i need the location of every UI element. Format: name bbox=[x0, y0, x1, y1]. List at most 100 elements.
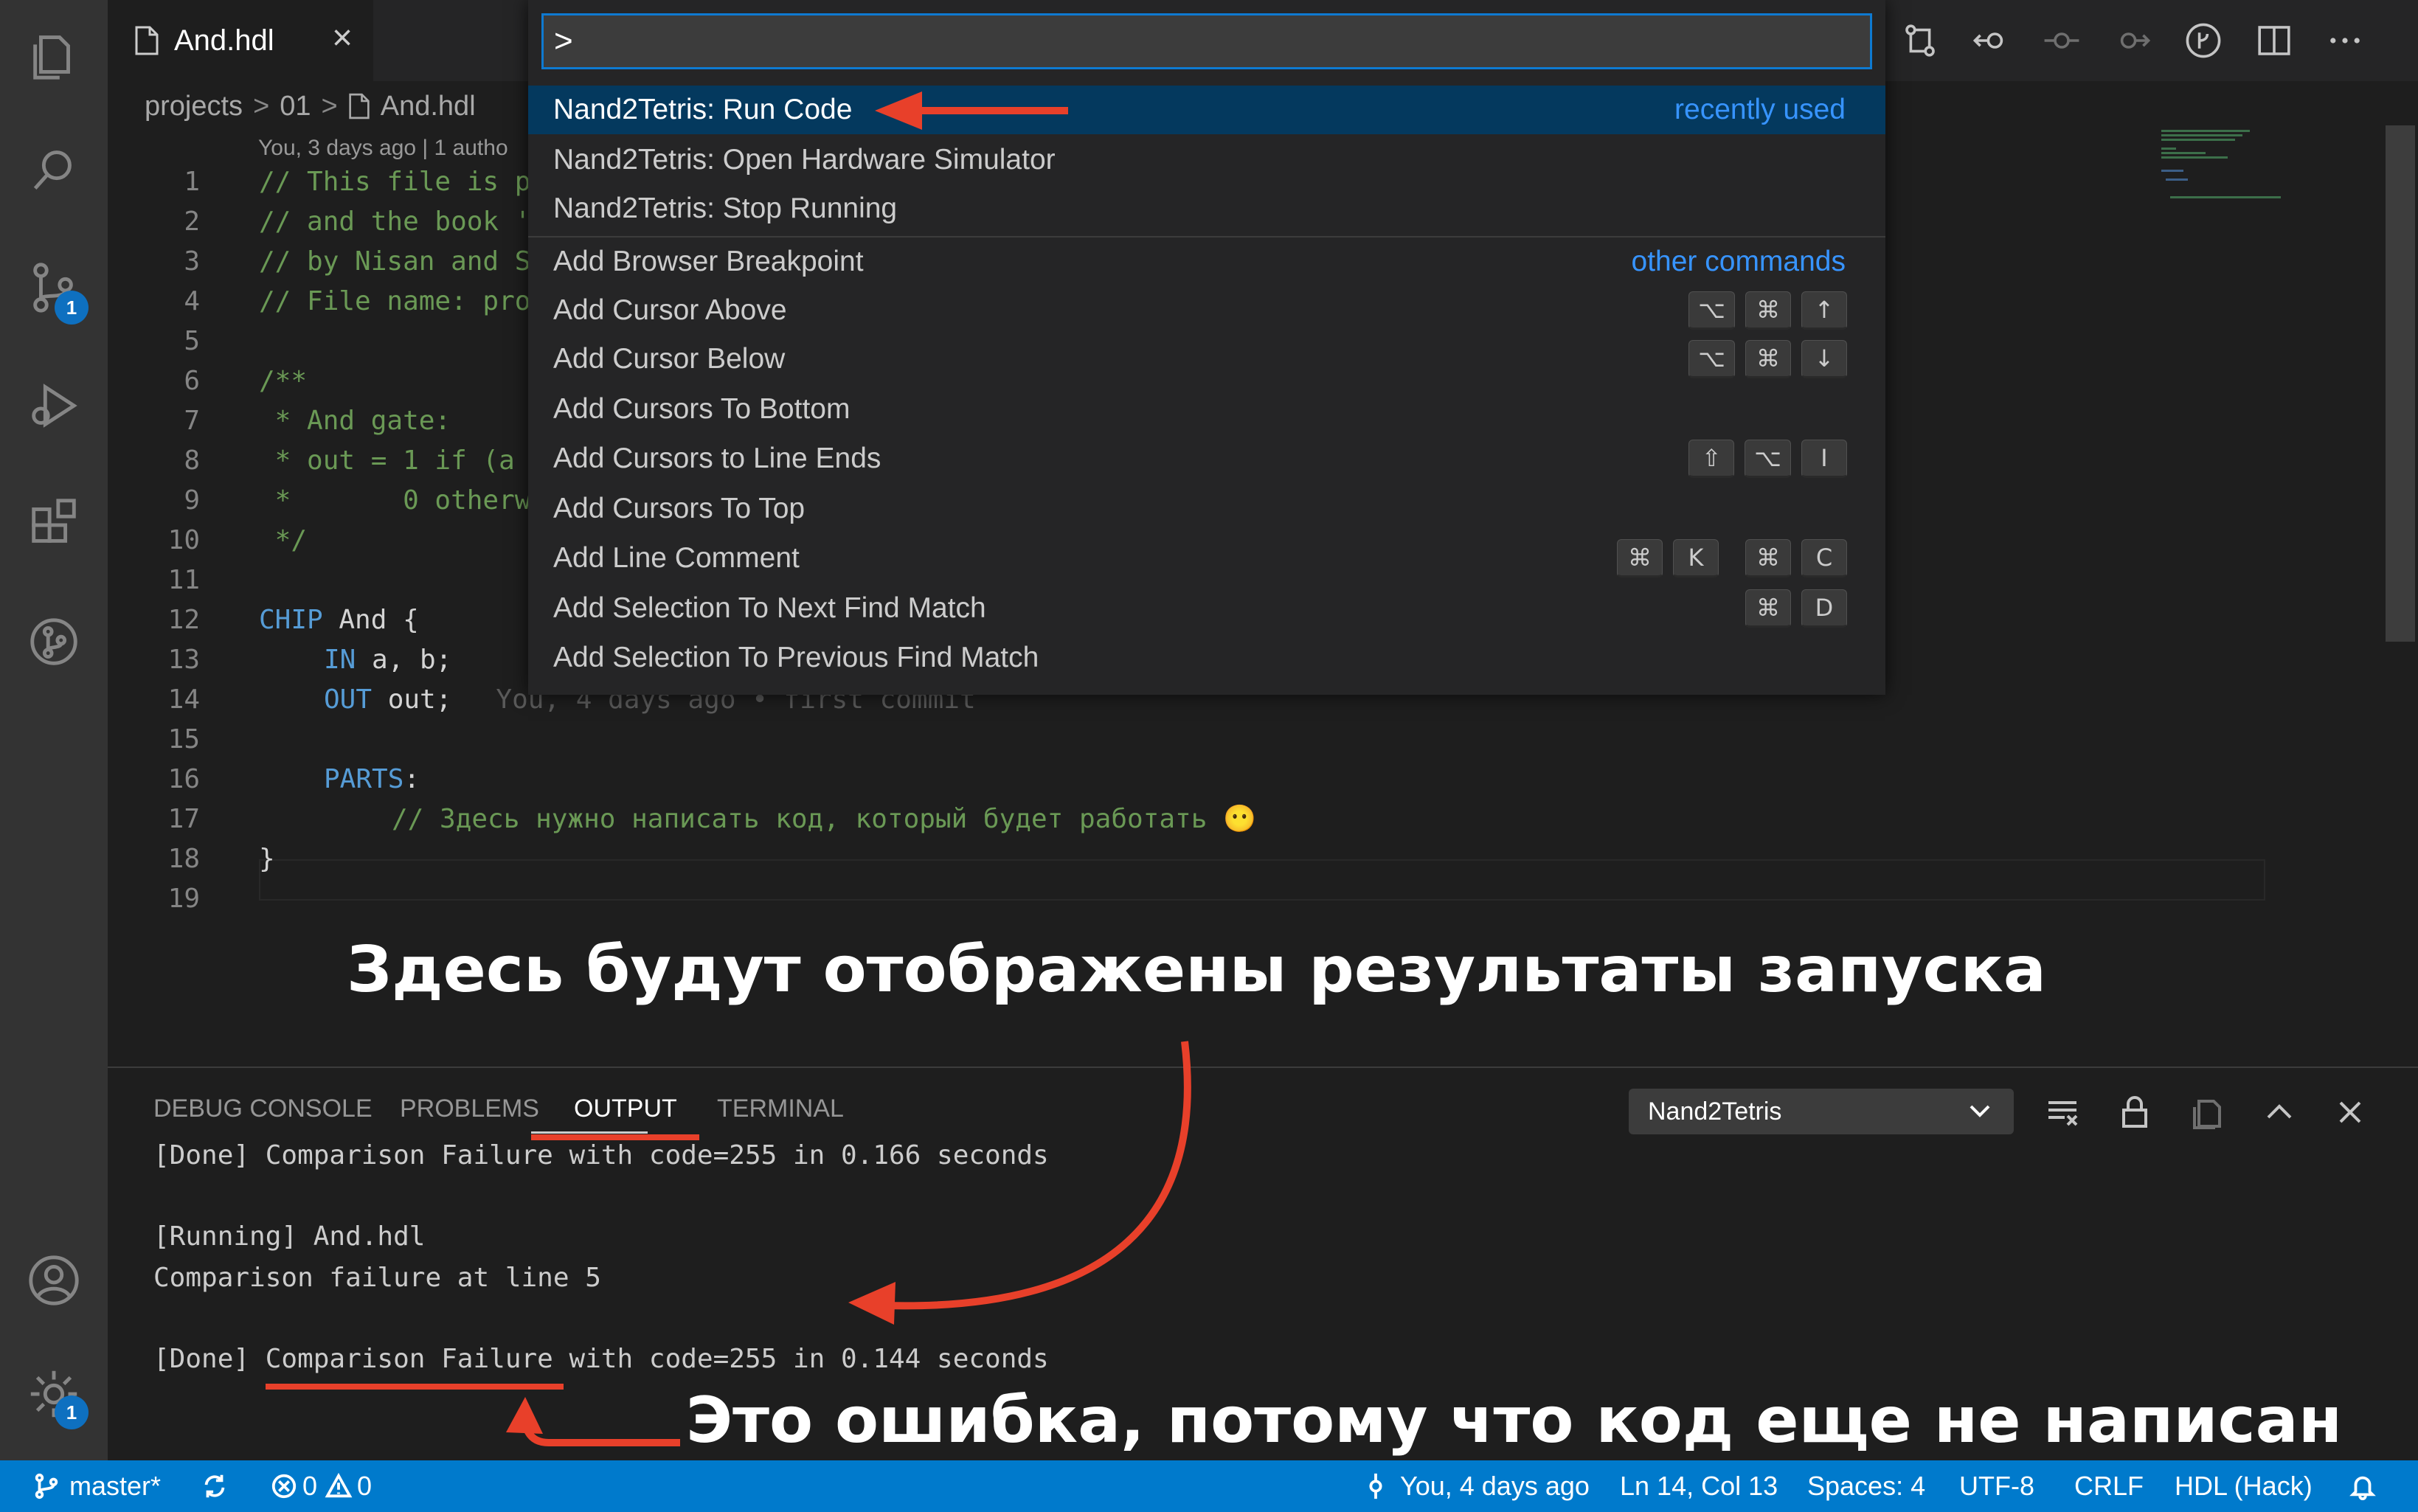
palette-item-add-cursors-to-top[interactable]: Add Cursors To Top bbox=[528, 485, 1885, 533]
notifications-bell-icon[interactable] bbox=[2349, 1460, 2377, 1512]
palette-item-label: Add Selection To Next Find Match bbox=[553, 592, 986, 624]
extensions-icon[interactable] bbox=[0, 479, 108, 568]
palette-item-add-selection-to-previous-find-match[interactable]: Add Selection To Previous Find Match bbox=[528, 634, 1885, 682]
code-text: out; bbox=[372, 684, 452, 715]
palette-item-stop-running[interactable]: Nand2Tetris: Stop Running bbox=[528, 184, 1885, 233]
line-number: 8 bbox=[184, 445, 200, 476]
breadcrumb-separator: > bbox=[253, 90, 270, 122]
previous-change-icon[interactable] bbox=[1965, 15, 2017, 66]
palette-item-add-cursors-to-bottom[interactable]: Add Cursors To Bottom bbox=[528, 385, 1885, 434]
key: ⌥ bbox=[1745, 440, 1791, 478]
command-palette: > Nand2Tetris: Run Code recently used Na… bbox=[528, 0, 1885, 695]
key: ↑ bbox=[1801, 291, 1847, 330]
search-icon[interactable] bbox=[0, 125, 108, 214]
line-number: 7 bbox=[184, 406, 200, 436]
lock-scroll-icon[interactable] bbox=[2113, 1090, 2157, 1134]
settings-gear-icon[interactable] bbox=[0, 1350, 108, 1438]
git-blame-indicator[interactable]: You, 4 days ago bbox=[1362, 1460, 1590, 1512]
code-line: // File name: pro bbox=[259, 286, 531, 316]
line-number: 2 bbox=[184, 207, 200, 237]
tab-close-icon[interactable]: × bbox=[332, 18, 353, 58]
line-number: 12 bbox=[167, 605, 200, 635]
palette-item-label: Add Cursor Above bbox=[553, 294, 787, 326]
tab-and-hdl[interactable]: And.hdl × bbox=[108, 0, 373, 81]
code-line: // by Nisan and S bbox=[259, 246, 531, 277]
palette-item-add-cursor-below[interactable]: Add Cursor Below ⌥ ⌘ ↓ bbox=[528, 335, 1885, 384]
line-number: 6 bbox=[184, 366, 200, 396]
cursor-position[interactable]: Ln 14, Col 13 bbox=[1620, 1460, 1778, 1512]
line-number: 16 bbox=[167, 764, 200, 794]
git-codelens[interactable]: You, 3 days ago | 1 autho bbox=[258, 136, 508, 161]
key: ⌘ bbox=[1745, 340, 1791, 378]
code-line: /** bbox=[259, 366, 308, 396]
breadcrumb-01[interactable]: 01 bbox=[280, 91, 311, 122]
palette-item-add-selection-to-next-find-match[interactable]: Add Selection To Next Find Match ⌘ D bbox=[528, 584, 1885, 633]
key: C bbox=[1801, 539, 1847, 578]
line-number: 11 bbox=[167, 565, 200, 595]
revision-icon[interactable] bbox=[2036, 15, 2088, 66]
chevron-down-icon bbox=[1965, 1096, 1995, 1132]
breadcrumb-projects[interactable]: projects bbox=[145, 91, 243, 122]
minimap[interactable] bbox=[2161, 125, 2383, 214]
code-text: And { bbox=[322, 605, 419, 635]
accounts-icon[interactable] bbox=[0, 1236, 108, 1325]
keybinding: ⇧ ⌥ I bbox=[1688, 440, 1847, 478]
tab-problems[interactable]: PROBLEMS bbox=[400, 1095, 539, 1123]
command-palette-input[interactable]: > bbox=[541, 13, 1872, 69]
code-keyword: CHIP bbox=[259, 605, 323, 635]
line-number: 13 bbox=[167, 645, 200, 675]
activity-bar: 1 1 bbox=[0, 0, 108, 1460]
key: ⌘ bbox=[1745, 539, 1791, 578]
palette-item-add-cursor-above[interactable]: Add Cursor Above ⌥ ⌘ ↑ bbox=[528, 286, 1885, 335]
git-graph-toolbar-icon[interactable] bbox=[2178, 15, 2229, 66]
clear-output-icon[interactable] bbox=[2040, 1090, 2085, 1134]
run-debug-icon[interactable] bbox=[0, 361, 108, 450]
encoding[interactable]: UTF-8 bbox=[1959, 1460, 2034, 1512]
line-number: 10 bbox=[167, 525, 200, 555]
more-actions-icon[interactable] bbox=[2319, 15, 2371, 66]
breadcrumb: projects > 01 > And.hdl bbox=[145, 84, 476, 128]
output-line: Comparison failure at line 5 bbox=[153, 1263, 601, 1293]
indentation[interactable]: Spaces: 4 bbox=[1807, 1460, 1925, 1512]
tab-terminal[interactable]: TERMINAL bbox=[717, 1095, 844, 1123]
file-icon bbox=[349, 93, 370, 119]
language-mode[interactable]: HDL (Hack) bbox=[2175, 1460, 2313, 1512]
line-number: 14 bbox=[167, 684, 200, 715]
line-ending[interactable]: CRLF bbox=[2074, 1460, 2144, 1512]
git-commit-icon bbox=[1369, 1473, 1382, 1499]
palette-item-add-browser-breakpoint[interactable]: Add Browser Breakpoint other commands bbox=[528, 237, 1885, 286]
open-log-file-icon[interactable] bbox=[2186, 1090, 2231, 1134]
code-line: * out = 1 if (a bbox=[259, 445, 515, 476]
palette-item-run-code[interactable]: Nand2Tetris: Run Code recently used bbox=[528, 86, 1885, 134]
split-editor-icon[interactable] bbox=[2248, 15, 2300, 66]
palette-item-add-cursors-to-line-ends[interactable]: Add Cursors to Line Ends ⇧ ⌥ I bbox=[528, 434, 1885, 483]
editor-scrollbar[interactable] bbox=[2386, 125, 2415, 642]
git-graph-icon[interactable] bbox=[0, 597, 108, 686]
problems-indicator[interactable]: 0 0 bbox=[270, 1460, 372, 1512]
palette-item-add-line-comment[interactable]: Add Line Comment ⌘ K ⌘ C bbox=[528, 534, 1885, 583]
maximize-panel-icon[interactable] bbox=[2257, 1090, 2301, 1134]
code-line: } bbox=[259, 844, 275, 874]
branch-indicator[interactable]: master* bbox=[32, 1460, 161, 1512]
palette-item-label: Nand2Tetris: Stop Running bbox=[553, 193, 898, 224]
tab-output[interactable]: OUTPUT bbox=[574, 1095, 677, 1123]
key: I bbox=[1801, 440, 1847, 478]
active-tab-underline bbox=[531, 1131, 648, 1134]
output-channel-select[interactable]: Nand2Tetris bbox=[1629, 1089, 2014, 1134]
source-control-icon[interactable] bbox=[0, 243, 108, 332]
open-changes-icon[interactable] bbox=[1894, 15, 1946, 66]
palette-item-label: Add Cursors to Line Ends bbox=[553, 443, 881, 474]
annotation-results: Здесь будут отображены результаты запуск… bbox=[347, 933, 2046, 1007]
next-change-icon[interactable] bbox=[2107, 15, 2158, 66]
code-line: // Здесь нужно написать код, который буд… bbox=[392, 804, 1256, 834]
palette-item-open-hardware-simulator[interactable]: Nand2Tetris: Open Hardware Simulator bbox=[528, 136, 1885, 184]
breadcrumb-file[interactable]: And.hdl bbox=[381, 91, 476, 122]
palette-item-label: Add Cursors To Top bbox=[553, 493, 806, 524]
recently-used-tag: recently used bbox=[1674, 94, 1846, 125]
explorer-icon[interactable] bbox=[0, 10, 108, 99]
tab-debug-console[interactable]: DEBUG CONSOLE bbox=[153, 1095, 373, 1123]
close-panel-icon[interactable] bbox=[2328, 1090, 2372, 1134]
key: ⌥ bbox=[1688, 291, 1735, 330]
code-keyword: OUT bbox=[324, 684, 373, 715]
sync-icon[interactable] bbox=[201, 1460, 229, 1512]
